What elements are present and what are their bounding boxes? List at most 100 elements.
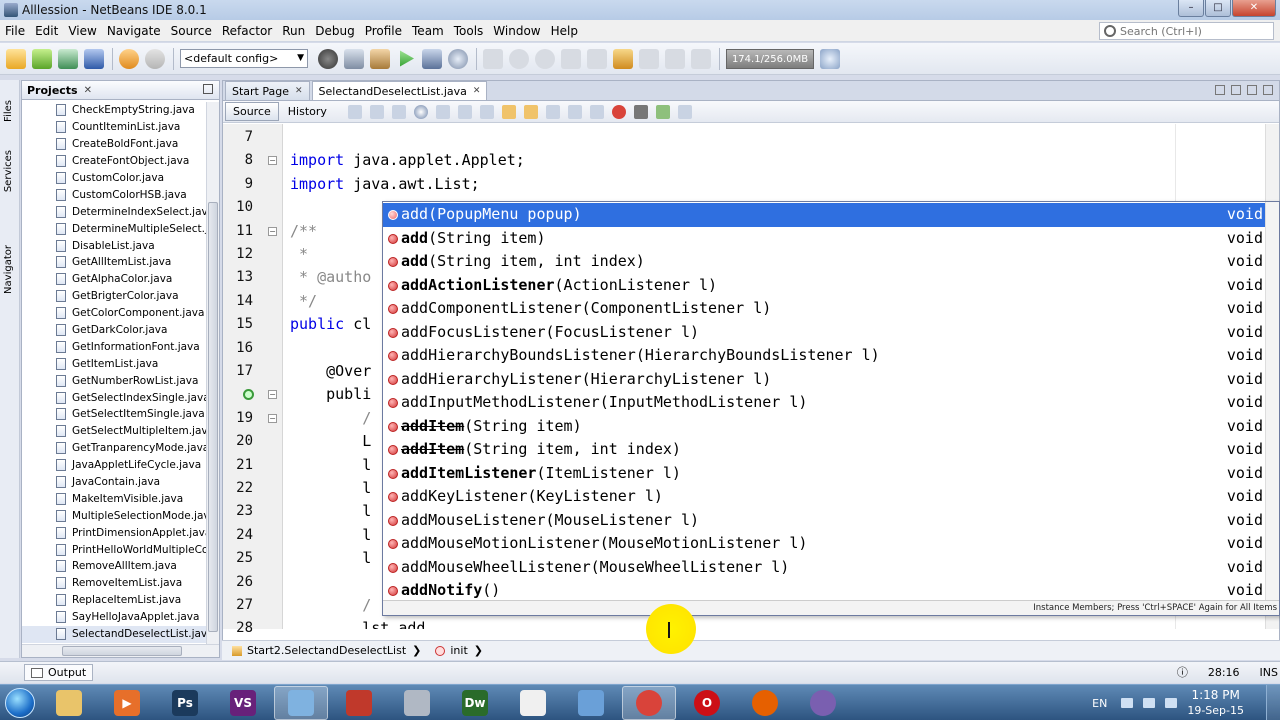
debug-icon[interactable] xyxy=(422,48,442,69)
taskbar-explorer-button[interactable] xyxy=(42,686,96,720)
list-item[interactable]: JavaAppletLifeCycle.java xyxy=(22,457,207,474)
list-item[interactable]: RemoveAllItem.java xyxy=(22,558,207,575)
forward-icon[interactable] xyxy=(391,104,406,119)
list-item[interactable]: GetBrigterColor.java xyxy=(22,288,207,305)
back-icon[interactable] xyxy=(369,104,384,119)
projects-vertical-scrollbar[interactable] xyxy=(206,102,219,644)
list-item[interactable]: CustomColorHSB.java xyxy=(22,186,207,203)
files-tab[interactable]: Files xyxy=(3,100,14,122)
minimize-button[interactable]: – xyxy=(1178,0,1204,17)
completion-item[interactable]: addActionListener(ActionListener l) void xyxy=(383,274,1279,298)
gc-icon[interactable] xyxy=(820,48,840,69)
volume-icon[interactable] xyxy=(1165,698,1178,708)
clean-build-icon[interactable] xyxy=(370,48,390,69)
list-item[interactable]: PrintHelloWorldMultipleColor xyxy=(22,541,207,558)
maximize-icon[interactable] xyxy=(1263,85,1273,95)
tab-selectanddeselectlist[interactable]: SelectandDeselectList.java ✕ xyxy=(311,81,488,100)
fold-toggle-icon[interactable]: − xyxy=(268,413,277,423)
code-line[interactable] xyxy=(284,126,290,149)
taskbar-dreamweaver-button[interactable]: Dw xyxy=(448,686,502,720)
find-next-icon[interactable] xyxy=(457,104,472,119)
completion-item[interactable]: addFocusListener(FocusListener l) void xyxy=(383,321,1279,345)
code-line[interactable]: */ xyxy=(284,290,317,313)
tab-start-page[interactable]: Start Page ✕ xyxy=(225,81,310,100)
code-completion-popup[interactable]: addNotify() void addMouseWheelListener(Mou… xyxy=(382,201,1280,616)
find-icon[interactable] xyxy=(413,104,428,119)
fold-toggle-icon[interactable]: − xyxy=(268,226,277,236)
breadcrumb-method[interactable]: init ❯ xyxy=(435,644,483,657)
close-icon[interactable]: ✕ xyxy=(473,86,481,96)
code-line[interactable] xyxy=(284,196,290,219)
step-out-icon[interactable] xyxy=(639,48,659,69)
toggle-bookmark-icon[interactable] xyxy=(545,104,560,119)
list-item[interactable]: GetTranparencyMode.java xyxy=(22,440,207,457)
list-item[interactable]: DetermineMultipleSelect.jav xyxy=(22,220,207,237)
navigator-tab[interactable]: Navigator xyxy=(3,245,14,294)
breadcrumb-class[interactable]: Start2.SelectandDeselectList ❯ xyxy=(232,644,421,657)
ide-search[interactable] xyxy=(1099,22,1274,40)
output-tab[interactable]: Output xyxy=(24,664,94,681)
list-item[interactable]: CustomColor.java xyxy=(22,170,207,187)
config-options-icon[interactable] xyxy=(318,48,338,69)
code-line[interactable]: * xyxy=(284,243,308,266)
completion-item[interactable]: addKeyListener(KeyListener l) void xyxy=(383,485,1279,509)
code-line[interactable]: import java.applet.Applet; xyxy=(284,149,525,172)
undo-icon[interactable] xyxy=(119,48,139,69)
completion-item[interactable]: add(String item, int index) void xyxy=(383,250,1279,274)
build-icon[interactable] xyxy=(344,48,364,69)
apply-code-changes-icon[interactable] xyxy=(691,48,711,69)
menu-item-source[interactable]: Source xyxy=(166,20,217,42)
completion-item[interactable]: add(PopupMenu popup) void xyxy=(383,203,1279,227)
projects-horizontal-scrollbar[interactable] xyxy=(22,644,219,657)
menu-item-debug[interactable]: Debug xyxy=(310,20,359,42)
code-line[interactable]: publi xyxy=(284,383,371,406)
list-item[interactable]: RemoveItemList.java xyxy=(22,575,207,592)
find-previous-icon[interactable] xyxy=(435,104,450,119)
toggle-highlight-icon[interactable] xyxy=(479,104,494,119)
menu-item-navigate[interactable]: Navigate xyxy=(102,20,166,42)
fold-toggle-icon[interactable]: − xyxy=(268,156,277,166)
redo-icon[interactable] xyxy=(145,48,165,69)
tray-arrow-icon[interactable] xyxy=(1121,698,1134,708)
config-dropdown[interactable]: <default config> ▼ xyxy=(180,49,308,68)
close-icon[interactable]: ✕ xyxy=(295,86,303,96)
completion-item[interactable]: addMouseWheelListener(MouseWheelListener… xyxy=(383,556,1279,580)
stop-icon[interactable] xyxy=(483,48,503,69)
code-line[interactable]: L xyxy=(284,430,371,453)
minimize-panel-icon[interactable] xyxy=(203,84,213,94)
completion-item[interactable]: addHierarchyBoundsListener(HierarchyBoun… xyxy=(383,344,1279,368)
list-item[interactable]: CountIteminList.java xyxy=(22,119,207,136)
code-line[interactable]: import java.awt.List; xyxy=(284,173,480,196)
list-item[interactable]: GetAlphaColor.java xyxy=(22,271,207,288)
list-item[interactable]: GetAllItemList.java xyxy=(22,254,207,271)
completion-item[interactable]: addHierarchyListener(HierarchyListener l… xyxy=(383,368,1279,392)
list-item[interactable]: GetDarkColor.java xyxy=(22,322,207,339)
list-item[interactable]: CheckEmptyString.java xyxy=(22,102,207,119)
scroll-thumb[interactable] xyxy=(208,202,218,632)
start-button[interactable] xyxy=(0,685,40,720)
list-item[interactable]: ReplaceItemList.java xyxy=(22,592,207,609)
show-desktop-button[interactable] xyxy=(1266,685,1280,720)
new-file-icon[interactable] xyxy=(32,48,52,69)
last-edit-icon[interactable] xyxy=(347,104,362,119)
list-item[interactable]: MakeItemVisible.java xyxy=(22,490,207,507)
menu-item-window[interactable]: Window xyxy=(488,20,545,42)
completion-item[interactable]: add(String item) void xyxy=(383,227,1279,251)
list-item[interactable]: GetItemList.java xyxy=(22,355,207,372)
taskbar-network-button[interactable] xyxy=(564,686,618,720)
step-over-icon[interactable] xyxy=(561,48,581,69)
list-item[interactable]: DisableList.java xyxy=(22,237,207,254)
list-item[interactable]: GetColorComponent.java xyxy=(22,305,207,322)
list-item[interactable]: PrintDimensionApplet.java xyxy=(22,524,207,541)
close-icon[interactable]: ✕ xyxy=(84,85,92,96)
step-over-expression-icon[interactable] xyxy=(587,48,607,69)
menu-item-help[interactable]: Help xyxy=(546,20,583,42)
continue-icon[interactable] xyxy=(535,48,555,69)
code-line[interactable]: / xyxy=(284,407,371,430)
memory-indicator[interactable]: 174.1/256.0MB xyxy=(726,48,814,69)
code-line[interactable]: @Over xyxy=(284,360,371,383)
scroll-thumb[interactable] xyxy=(62,646,182,656)
list-item[interactable]: GetSelectIndexSingle.java xyxy=(22,389,207,406)
list-item[interactable]: MultipleSelectionMode.java xyxy=(22,507,207,524)
shift-right-icon[interactable] xyxy=(589,104,604,119)
